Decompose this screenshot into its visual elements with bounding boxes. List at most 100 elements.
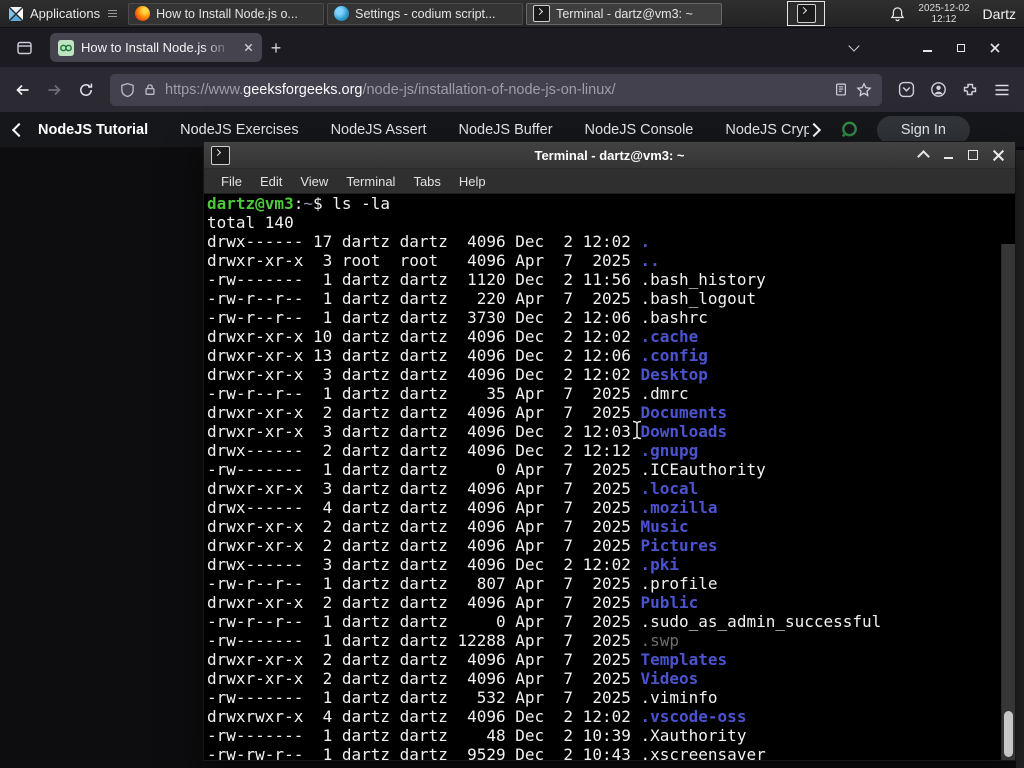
maximize-icon[interactable] xyxy=(964,146,982,164)
scrollbar-thumb[interactable] xyxy=(1004,711,1013,757)
list-all-tabs-icon[interactable] xyxy=(840,34,868,62)
terminal-output-line: -rw------- 1 dartz dartz 532 Apr 7 2025 … xyxy=(207,688,718,707)
terminal-scrollbar[interactable] xyxy=(1001,244,1015,760)
maximize-icon[interactable] xyxy=(952,39,970,57)
file-listing: drwx------ 17 dartz dartz 4096 Dec 2 12:… xyxy=(207,232,1015,760)
terminal-menu-item[interactable]: Tabs xyxy=(404,174,449,189)
terminal-window: Terminal - dartz@vm3: ~ File Edit View Term… xyxy=(203,141,1016,761)
terminal-prompt-line: dartz@vm3:~$ ls -la xyxy=(207,194,391,213)
terminal-output-line: -rw------- 1 dartz dartz 1120 Dec 2 11:5… xyxy=(207,270,766,289)
taskbar-label: Terminal - dartz@vm3: ~ xyxy=(556,6,693,21)
terminal-output-line: -rw-r--r-- 1 dartz dartz 0 Apr 7 2025 .s… xyxy=(207,612,882,631)
menu-lines-icon xyxy=(108,10,118,17)
terminal-icon xyxy=(796,4,816,23)
close-icon[interactable] xyxy=(989,146,1007,164)
nav-link[interactable]: NodeJS Tutorial xyxy=(38,122,148,138)
terminal-icon xyxy=(211,145,230,165)
reload-icon[interactable] xyxy=(72,76,100,104)
terminal-output-line: drwxrwxr-x 4 dartz dartz 4096 Dec 2 12:0… xyxy=(207,707,747,726)
terminal-icon xyxy=(533,5,551,22)
terminal-launcher-icon[interactable] xyxy=(787,1,826,26)
distro-logo-icon xyxy=(8,6,24,22)
nav-link[interactable]: NodeJS Exercises xyxy=(180,122,298,138)
terminal-output-line: drwxr-xr-x 2 dartz dartz 4096 Apr 7 2025… xyxy=(207,650,728,669)
terminal-menu-item[interactable]: Help xyxy=(450,174,495,189)
close-icon[interactable] xyxy=(986,39,1004,57)
terminal-output-line: drwxr-xr-x 2 dartz dartz 4096 Apr 7 2025… xyxy=(207,536,718,555)
prompt-cwd: ~ xyxy=(303,194,313,213)
firefox-icon xyxy=(135,6,151,21)
url-bar[interactable]: https://www.geeksforgeeks.org/node-js/in… xyxy=(110,73,882,106)
new-tab-button[interactable]: + xyxy=(262,34,290,62)
taskbar-label: How to Install Node.js o... xyxy=(156,6,298,21)
tab-close-icon[interactable] xyxy=(243,42,254,53)
forward-button[interactable] xyxy=(40,76,68,104)
navigation-toolbar: https://www.geeksforgeeks.org/node-js/in… xyxy=(0,67,1024,112)
extensions-puzzle-icon[interactable] xyxy=(956,76,984,104)
applications-label: Applications xyxy=(30,6,101,21)
browser-window-controls xyxy=(908,39,1014,57)
reader-view-icon[interactable] xyxy=(834,82,848,97)
prompt-user-host: dartz@vm3 xyxy=(207,194,294,213)
back-button[interactable] xyxy=(8,76,36,104)
lock-icon[interactable] xyxy=(143,82,157,97)
tab-title: How to Install Node.js on xyxy=(81,40,225,55)
terminal-menu-item[interactable]: View xyxy=(291,174,337,189)
nav-link[interactable]: NodeJS Crypto xyxy=(725,122,808,138)
terminal-output-line: -rw-r--r-- 1 dartz dartz 3730 Dec 2 12:0… xyxy=(207,308,708,327)
terminal-menu-item[interactable]: Terminal xyxy=(337,174,404,189)
nav-scroll-left-icon[interactable] xyxy=(11,122,27,137)
mouse-ibeam-cursor xyxy=(631,420,643,440)
taskbar-button-codium[interactable]: Settings - codium script... xyxy=(327,2,524,25)
terminal-menu-item[interactable]: File xyxy=(212,174,251,189)
terminal-menu-item[interactable]: Edit xyxy=(251,174,291,189)
nav-scroll-right-icon[interactable] xyxy=(806,122,821,137)
minimize-icon[interactable] xyxy=(918,39,936,57)
clock-time: 12:12 xyxy=(931,13,957,25)
terminal-output-line: drwxr-xr-x 3 dartz dartz 4096 Dec 2 12:0… xyxy=(207,365,708,384)
account-icon[interactable] xyxy=(924,76,952,104)
applications-menu-button[interactable]: Applications xyxy=(0,0,125,27)
firefox-view-icon[interactable] xyxy=(10,34,38,62)
url-text: https://www.geeksforgeeks.org/node-js/in… xyxy=(165,81,616,98)
taskbar-label: Settings - codium script... xyxy=(355,6,496,21)
terminal-output-line: drwx------ 3 dartz dartz 4096 Dec 2 12:0… xyxy=(207,555,680,574)
browser-tab[interactable]: How to Install Node.js on xyxy=(50,33,262,62)
page-scrollbar[interactable] xyxy=(1016,150,1024,768)
pocket-icon[interactable] xyxy=(892,76,920,104)
shade-icon[interactable] xyxy=(914,146,932,164)
minimize-icon[interactable] xyxy=(939,146,957,164)
terminal-output-line: -rw------- 1 dartz dartz 48 Dec 2 10:39 … xyxy=(207,726,747,745)
nav-link[interactable]: NodeJS Assert xyxy=(331,122,427,138)
taskbar-button-firefox[interactable]: How to Install Node.js o... xyxy=(128,2,325,25)
site-search-icon[interactable] xyxy=(839,120,859,140)
terminal-output-line: drwxr-xr-x 3 dartz dartz 4096 Dec 2 12:0… xyxy=(207,422,728,441)
vscodium-icon xyxy=(334,6,350,21)
terminal-output-line: drwx------ 2 dartz dartz 4096 Dec 2 12:1… xyxy=(207,441,699,460)
terminal-output-line: drwx------ 17 dartz dartz 4096 Dec 2 12:… xyxy=(207,232,651,251)
terminal-output-line: drwxr-xr-x 3 dartz dartz 4096 Apr 7 2025… xyxy=(207,479,699,498)
terminal-output-line: -rw------- 1 dartz dartz 0 Apr 7 2025 .I… xyxy=(207,460,766,479)
tab-bar: How to Install Node.js on + xyxy=(0,28,1024,67)
nav-links: NodeJS Tutorial NodeJS Exercises NodeJS As… xyxy=(38,122,809,138)
terminal-window-controls xyxy=(914,146,1015,164)
notification-bell-icon[interactable] xyxy=(890,6,905,22)
tracking-shield-icon[interactable] xyxy=(120,82,135,98)
nav-link[interactable]: NodeJS Buffer xyxy=(459,122,553,138)
panel-clock[interactable]: 2025-12-02 12:12 xyxy=(918,3,969,25)
terminal-titlebar[interactable]: Terminal - dartz@vm3: ~ xyxy=(204,142,1015,169)
clock-date: 2025-12-02 xyxy=(918,2,970,14)
hamburger-menu-icon[interactable] xyxy=(988,76,1016,104)
terminal-output-line: drwxr-xr-x 13 dartz dartz 4096 Dec 2 12:… xyxy=(207,346,708,365)
bookmark-star-icon[interactable] xyxy=(856,81,872,98)
terminal-output-line: -rw-r--r-- 1 dartz dartz 35 Apr 7 2025 .… xyxy=(207,384,689,403)
taskbar-button-terminal[interactable]: Terminal - dartz@vm3: ~ xyxy=(526,2,723,25)
terminal-output-line: -rw-r--r-- 1 dartz dartz 220 Apr 7 2025 … xyxy=(207,289,757,308)
terminal-output-line: -rw------- 1 dartz dartz 12288 Apr 7 202… xyxy=(207,631,680,650)
desktop-panel: Applications How to Install Node.js o...… xyxy=(0,0,1024,28)
sign-in-button[interactable]: Sign In xyxy=(876,115,970,144)
terminal-output[interactable]: dartz@vm3:~$ ls -la total 140 drwx------… xyxy=(204,194,1015,760)
panel-username[interactable]: Dartz xyxy=(983,6,1016,22)
panel-tray: 2025-12-02 12:12 Dartz xyxy=(890,3,1024,25)
nav-link[interactable]: NodeJS Console xyxy=(585,122,694,138)
